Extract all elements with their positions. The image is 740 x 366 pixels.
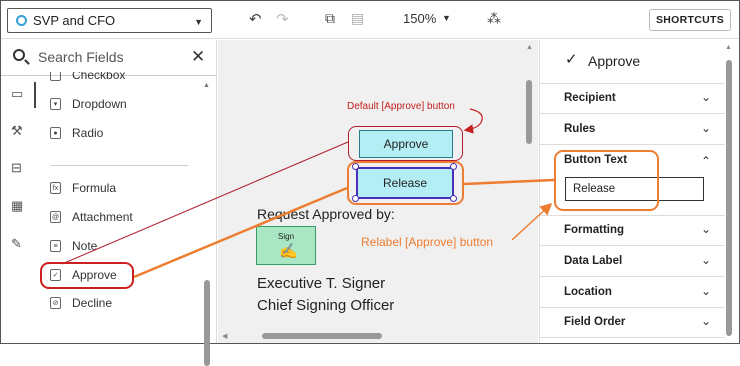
- canvas-scroll-left-icon[interactable]: ◀: [222, 332, 227, 340]
- chevron-down-icon: ⌄: [701, 90, 712, 104]
- chevron-down-icon: ⌄: [701, 314, 712, 328]
- section-label: Data Label: [564, 255, 623, 267]
- divider: [51, 165, 188, 166]
- canvas-horizontal-scrollbar[interactable]: [262, 333, 382, 339]
- chevron-down-icon: ⌄: [701, 222, 712, 236]
- toolbar: SVP and CFO ▼ ↶ ↷ ⧉ ▤ 150% ▼ ⁂ SHORTCUTS: [1, 1, 739, 39]
- chevron-up-icon: ⌃: [701, 154, 712, 168]
- close-icon[interactable]: ✕: [191, 47, 205, 67]
- search-bar[interactable]: Search Fields ✕: [1, 40, 217, 76]
- default-approve-annotation: Default [Approve] button: [347, 101, 455, 112]
- field-item-label: Radio: [72, 126, 104, 140]
- section-label: Formatting: [564, 224, 625, 236]
- undo-icon[interactable]: ↶: [249, 10, 262, 28]
- approve-field-highlight: [40, 262, 134, 289]
- section-data-label[interactable]: Data Label ⌄: [540, 247, 725, 277]
- properties-title: Approve: [588, 53, 641, 69]
- field-item-note[interactable]: ≡ Note: [50, 235, 97, 257]
- check-icon: ✓: [565, 51, 578, 68]
- note-icon: ≡: [50, 240, 61, 252]
- radio-icon: ●: [50, 127, 61, 139]
- field-item-label: Attachment: [72, 210, 133, 224]
- signer-select-value: SVP and CFO: [33, 13, 116, 28]
- field-item-formula[interactable]: fx Formula: [50, 177, 116, 199]
- zoom-caret-icon[interactable]: ▼: [442, 13, 451, 23]
- section-field-order[interactable]: Field Order ⌄: [540, 308, 725, 338]
- section-formatting[interactable]: Formatting ⌄: [540, 216, 725, 246]
- section-label: Location: [564, 286, 612, 298]
- search-icon: [13, 49, 25, 61]
- properties-scrollbar[interactable]: [726, 60, 732, 336]
- field-item-label: Dropdown: [72, 97, 127, 111]
- field-item-radio[interactable]: ● Radio: [50, 122, 103, 144]
- canvas-scroll-up-icon[interactable]: ▲: [526, 44, 533, 51]
- properties-header: ✓ Approve: [540, 40, 725, 84]
- signer-name: Executive T. Signer: [257, 275, 386, 292]
- scrollbar-thumb[interactable]: [204, 280, 210, 366]
- section-label: Recipient: [564, 92, 616, 104]
- signature-field[interactable]: Sign ✍: [256, 226, 316, 265]
- field-item-label: Formula: [72, 181, 117, 195]
- caret-down-icon: ▼: [194, 17, 203, 27]
- zoom-level[interactable]: 150%: [403, 11, 436, 26]
- attachment-icon: @: [50, 211, 61, 223]
- button-text-highlight: [554, 150, 659, 211]
- formula-icon: fx: [50, 182, 61, 194]
- sign-label: Sign: [278, 232, 295, 241]
- approve-highlight: [348, 126, 463, 161]
- dropdown-icon: ▾: [50, 98, 61, 110]
- chevron-down-icon: ⌄: [701, 253, 712, 267]
- add-field-icon[interactable]: ⁂: [487, 10, 501, 27]
- paste-icon[interactable]: ▤: [351, 10, 364, 27]
- signer-color-icon: [16, 15, 27, 26]
- fields-scrollbar[interactable]: ▲: [203, 80, 210, 366]
- properties-scroll-up-icon[interactable]: ▲: [725, 44, 732, 51]
- search-input[interactable]: Search Fields: [38, 49, 124, 65]
- pen-icon: ✍: [279, 243, 298, 260]
- field-item-decline[interactable]: ⊘ Decline: [50, 292, 112, 314]
- relabel-approve-annotation: Relabel [Approve] button: [361, 235, 494, 249]
- field-item-label: Decline: [72, 296, 113, 310]
- section-location[interactable]: Location ⌄: [540, 278, 725, 308]
- section-recipient[interactable]: Recipient ⌄: [540, 84, 725, 114]
- field-item-dropdown[interactable]: ▾ Dropdown: [50, 93, 127, 115]
- copy-icon[interactable]: ⧉: [325, 10, 335, 27]
- request-approved-text: Request Approved by:: [257, 206, 395, 222]
- field-item-label: Note: [72, 239, 98, 253]
- signer-select[interactable]: SVP and CFO ▼: [7, 8, 212, 33]
- release-highlight: [347, 161, 464, 205]
- canvas-vertical-scrollbar[interactable]: [526, 80, 532, 144]
- section-label: Rules: [564, 123, 596, 135]
- chevron-down-icon: ⌄: [701, 121, 712, 135]
- decline-icon: ⊘: [50, 297, 61, 309]
- shortcuts-button[interactable]: SHORTCUTS: [649, 9, 731, 31]
- scroll-up-icon[interactable]: ▲: [203, 82, 210, 89]
- section-rules[interactable]: Rules ⌄: [540, 115, 725, 145]
- field-item-attachment[interactable]: @ Attachment: [50, 206, 133, 228]
- chevron-down-icon: ⌄: [701, 284, 712, 298]
- section-label: Field Order: [564, 316, 626, 328]
- signer-title: Chief Signing Officer: [257, 297, 395, 314]
- redo-icon[interactable]: ↷: [276, 10, 289, 28]
